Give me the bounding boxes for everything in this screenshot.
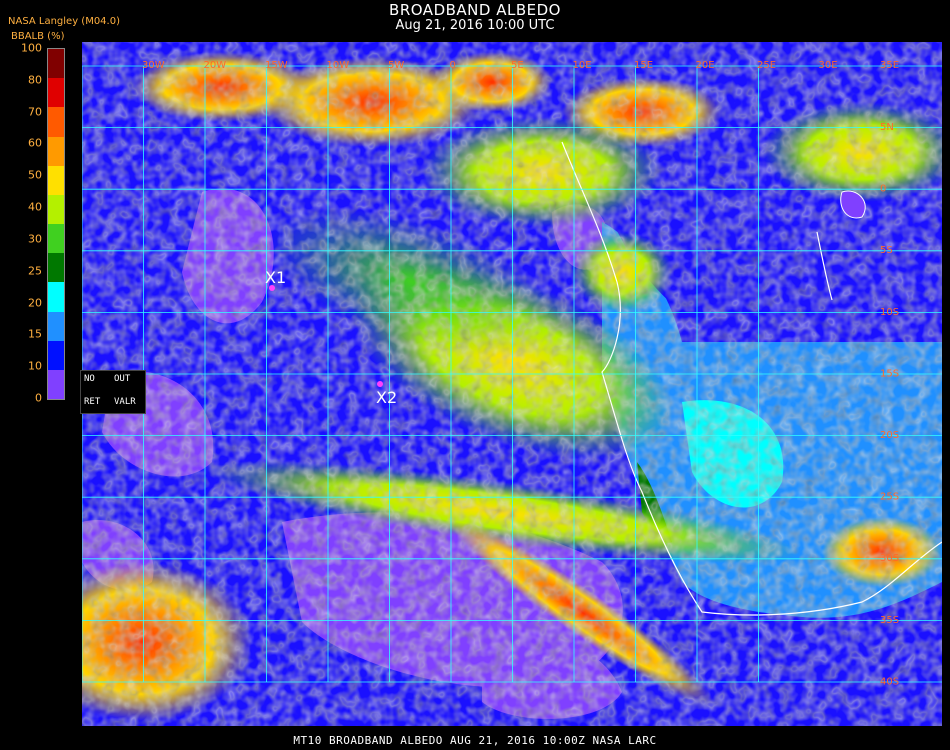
legend-no: NO: [84, 374, 95, 384]
speckle-texture: [82, 42, 942, 726]
footer-caption: MT10 BROADBAND ALBEDO AUG 21, 2016 10:00…: [293, 734, 657, 747]
colorbar-tick-label: 30: [28, 232, 42, 246]
colorbar-tick-label: 100: [21, 41, 42, 55]
longitude-label: 10W: [327, 60, 350, 71]
longitude-label: 20E: [696, 60, 715, 71]
colorbar-swatch: [48, 49, 64, 79]
latitude-label: 15S: [880, 368, 899, 379]
map-timestamp: Aug 21, 2016 10:00 UTC: [395, 18, 555, 33]
legend-out: OUT: [114, 374, 131, 384]
marker-x2-label: X2: [376, 388, 397, 407]
colorbar-swatch: [48, 369, 64, 400]
legend-valr: VALR: [114, 397, 136, 407]
longitude-label: 5W: [388, 60, 404, 71]
latitude-label: 20S: [880, 430, 899, 441]
latitude-label: 0: [880, 184, 886, 195]
colorbar-tick-label: 0: [35, 391, 42, 405]
legend-ret: RET: [84, 397, 101, 407]
colorbar-swatch: [48, 282, 64, 312]
latitude-label: 5S: [880, 245, 893, 256]
latitude-label: 30S: [880, 553, 899, 564]
colorbar-tick-label: 50: [28, 168, 42, 182]
latitude-label: 35S: [880, 615, 899, 626]
colorbar-swatch: [48, 340, 64, 371]
colorbar-tick-label: 15: [28, 327, 42, 341]
longitude-label: 30E: [819, 60, 838, 71]
colorbar-swatch: [48, 194, 64, 225]
provider-label: NASA Langley (M04.0): [8, 16, 120, 27]
longitude-label: 25E: [757, 60, 776, 71]
colorbar: [47, 48, 65, 400]
latitude-label: 40S: [880, 676, 899, 687]
colorbar-tick-label: 25: [28, 264, 42, 278]
colorbar-tick-label: 70: [28, 105, 42, 119]
colorbar-swatch: [48, 165, 64, 196]
longitude-label: 15W: [265, 60, 288, 71]
longitude-label: 20W: [204, 60, 227, 71]
latitude-label: 5N: [880, 122, 894, 133]
colorbar-tick-label: 60: [28, 136, 42, 150]
colorbar-swatch: [48, 136, 64, 167]
colorbar-swatch: [48, 78, 64, 108]
marker-x1-label: X1: [265, 268, 286, 287]
latitude-label: 10S: [880, 307, 899, 318]
latitude-label: 25S: [880, 492, 899, 503]
colorbar-tick-label: 40: [28, 200, 42, 214]
missing-data-legend: NO OUT RET VALR: [80, 370, 146, 414]
colorbar-swatch: [48, 107, 64, 137]
longitude-label: 15E: [634, 60, 653, 71]
map-title: BROADBAND ALBEDO: [389, 1, 561, 19]
colorbar-unit-label: BBALB (%): [11, 31, 65, 42]
colorbar-swatch: [48, 253, 64, 283]
longitude-label: 5E: [511, 60, 524, 71]
colorbar-tick-label: 10: [28, 359, 42, 373]
colorbar-tick-label: 80: [28, 73, 42, 87]
longitude-label: 10E: [573, 60, 592, 71]
longitude-label: 35E: [880, 60, 899, 71]
longitude-label: 30W: [142, 60, 165, 71]
colorbar-swatch: [48, 224, 64, 254]
colorbar-tick-label: 20: [28, 296, 42, 310]
longitude-label: 0: [450, 60, 456, 71]
colorbar-swatch: [48, 311, 64, 342]
albedo-map: 30W 20W 15W 10W 5W 0 5E 10E 15E 20E 25E 30E 35E 5N 0 5S…: [82, 42, 942, 726]
